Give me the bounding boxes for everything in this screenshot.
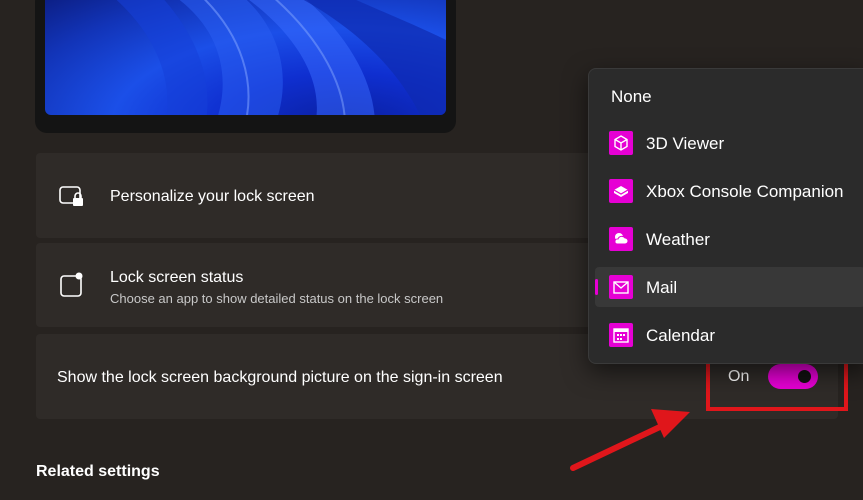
weather-icon	[609, 227, 633, 251]
dropdown-item-label: Xbox Console Companion	[646, 182, 844, 201]
dropdown-item-none[interactable]: None	[595, 76, 863, 116]
windows-bloom-wallpaper	[116, 0, 446, 115]
dropdown-item-calendar[interactable]: Calendar	[595, 315, 863, 355]
dropdown-item-xbox-console-companion[interactable]: Xbox Console Companion	[595, 171, 863, 211]
dropdown-item-label: 3D Viewer	[646, 134, 725, 153]
dropdown-item-label: None	[611, 87, 652, 106]
dropdown-item-label: Weather	[646, 230, 710, 249]
mail-icon	[609, 275, 633, 299]
selection-indicator	[595, 279, 598, 295]
lock-status-icon	[60, 272, 84, 303]
dropdown-item-3d-viewer[interactable]: 3D Viewer	[595, 123, 863, 163]
lock-screen-icon	[59, 186, 85, 213]
personalize-title: Personalize your lock screen	[110, 188, 315, 205]
background-on-signin-title: Show the lock screen background picture …	[57, 369, 503, 386]
calendar-icon	[609, 323, 633, 347]
xbox-console-icon	[609, 179, 633, 203]
status-description: Choose an app to show detailed status on…	[110, 291, 444, 306]
dropdown-item-label: Mail	[646, 278, 678, 297]
dropdown-item-weather[interactable]: Weather	[595, 219, 863, 259]
dropdown-item-label: Calendar	[646, 326, 715, 345]
status-app-dropdown: None 3D Viewer Xbox Console Companion We…	[588, 68, 863, 364]
lock-screen-preview	[35, 0, 456, 133]
related-settings-heading: Related settings	[36, 463, 160, 480]
cube-icon	[609, 131, 633, 155]
wallpaper-image	[45, 0, 446, 115]
dropdown-item-mail[interactable]: Mail	[595, 267, 863, 307]
status-title: Lock screen status	[110, 269, 244, 286]
